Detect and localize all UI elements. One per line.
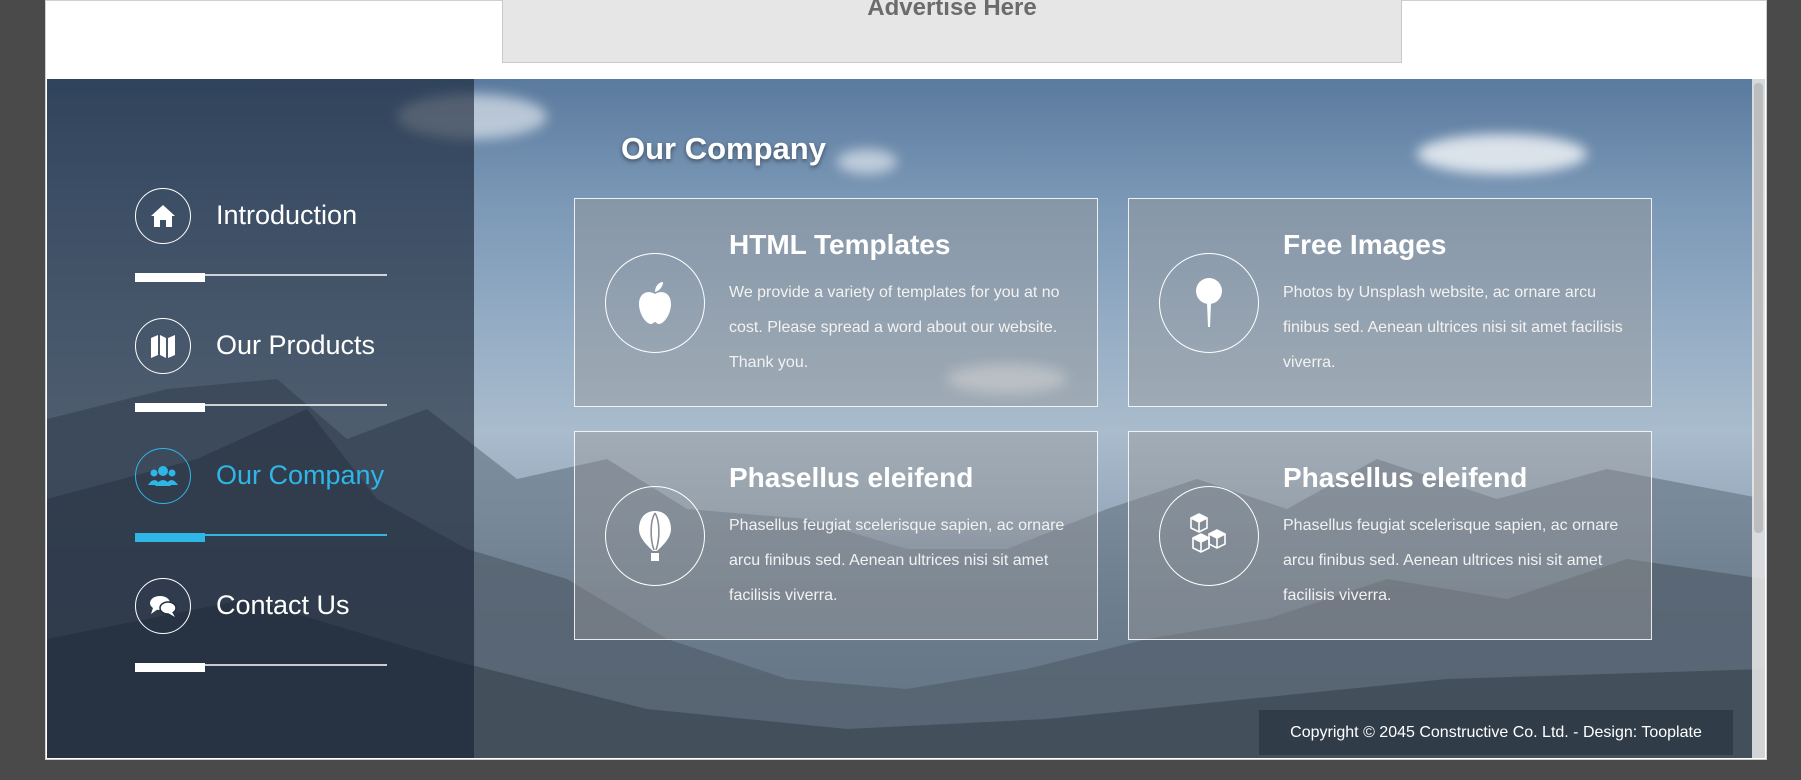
card-title: Phasellus eleifend [729, 462, 974, 493]
users-icon [135, 448, 191, 504]
ad-banner-label: Advertise Here [867, 0, 1037, 21]
map-icon [135, 318, 191, 374]
balloon-icon [605, 486, 705, 586]
feature-card: HTML Templates We provide a variety of t… [574, 198, 1098, 407]
card-text: Phasellus feugiat scelerisque sapien, ac… [729, 517, 1065, 604]
card-text: We provide a variety of templates for yo… [729, 284, 1060, 371]
feature-card: Phasellus eleifend Phasellus feugiat sce… [1128, 431, 1652, 640]
nav-underline-bar [135, 273, 205, 282]
nav-label: Our Company [216, 460, 385, 490]
apple-icon [605, 253, 705, 353]
comments-icon [135, 578, 191, 634]
copyright-text: Copyright © 2045 Constructive Co. Ltd. -… [1290, 723, 1702, 741]
scrollbar-thumb[interactable] [1754, 83, 1763, 533]
card-text: Phasellus feugiat scelerisque sapien, ac… [1283, 517, 1619, 604]
hero-section: Introduction Our Products Our Company Co… [47, 79, 1765, 758]
vertical-scrollbar[interactable] [1752, 79, 1765, 758]
nav-underline-bar [135, 533, 205, 542]
nav-underline-bar [135, 403, 205, 412]
feature-card: Phasellus eleifend Phasellus feugiat sce… [574, 431, 1098, 640]
copyright-footer: Copyright © 2045 Constructive Co. Ltd. -… [1259, 710, 1733, 755]
sidebar-nav: Introduction Our Products Our Company Co… [47, 79, 474, 758]
card-title: Free Images [1283, 229, 1447, 260]
nav-underline-bar [135, 663, 205, 672]
nav-label: Our Products [216, 330, 376, 360]
home-icon [135, 188, 191, 244]
card-title: HTML Templates [729, 229, 951, 260]
nav-item-our-products[interactable]: Our Products [135, 318, 387, 418]
ad-banner[interactable]: Advertise Here [502, 0, 1402, 63]
nav-item-contact-us[interactable]: Contact Us [135, 578, 387, 678]
nav-label: Introduction [216, 200, 358, 230]
feature-card: Free Images Photos by Unsplash website, … [1128, 198, 1652, 407]
card-title: Phasellus eleifend [1283, 462, 1528, 493]
section-title: Our Company [621, 131, 826, 166]
cubes-icon [1159, 486, 1259, 586]
nav-item-introduction[interactable]: Introduction [135, 188, 387, 288]
card-text: Photos by Unsplash website, ac ornare ar… [1283, 284, 1623, 371]
pushpin-icon [1159, 253, 1259, 353]
nav-label: Contact Us [216, 590, 350, 620]
nav-item-our-company[interactable]: Our Company [135, 448, 387, 548]
